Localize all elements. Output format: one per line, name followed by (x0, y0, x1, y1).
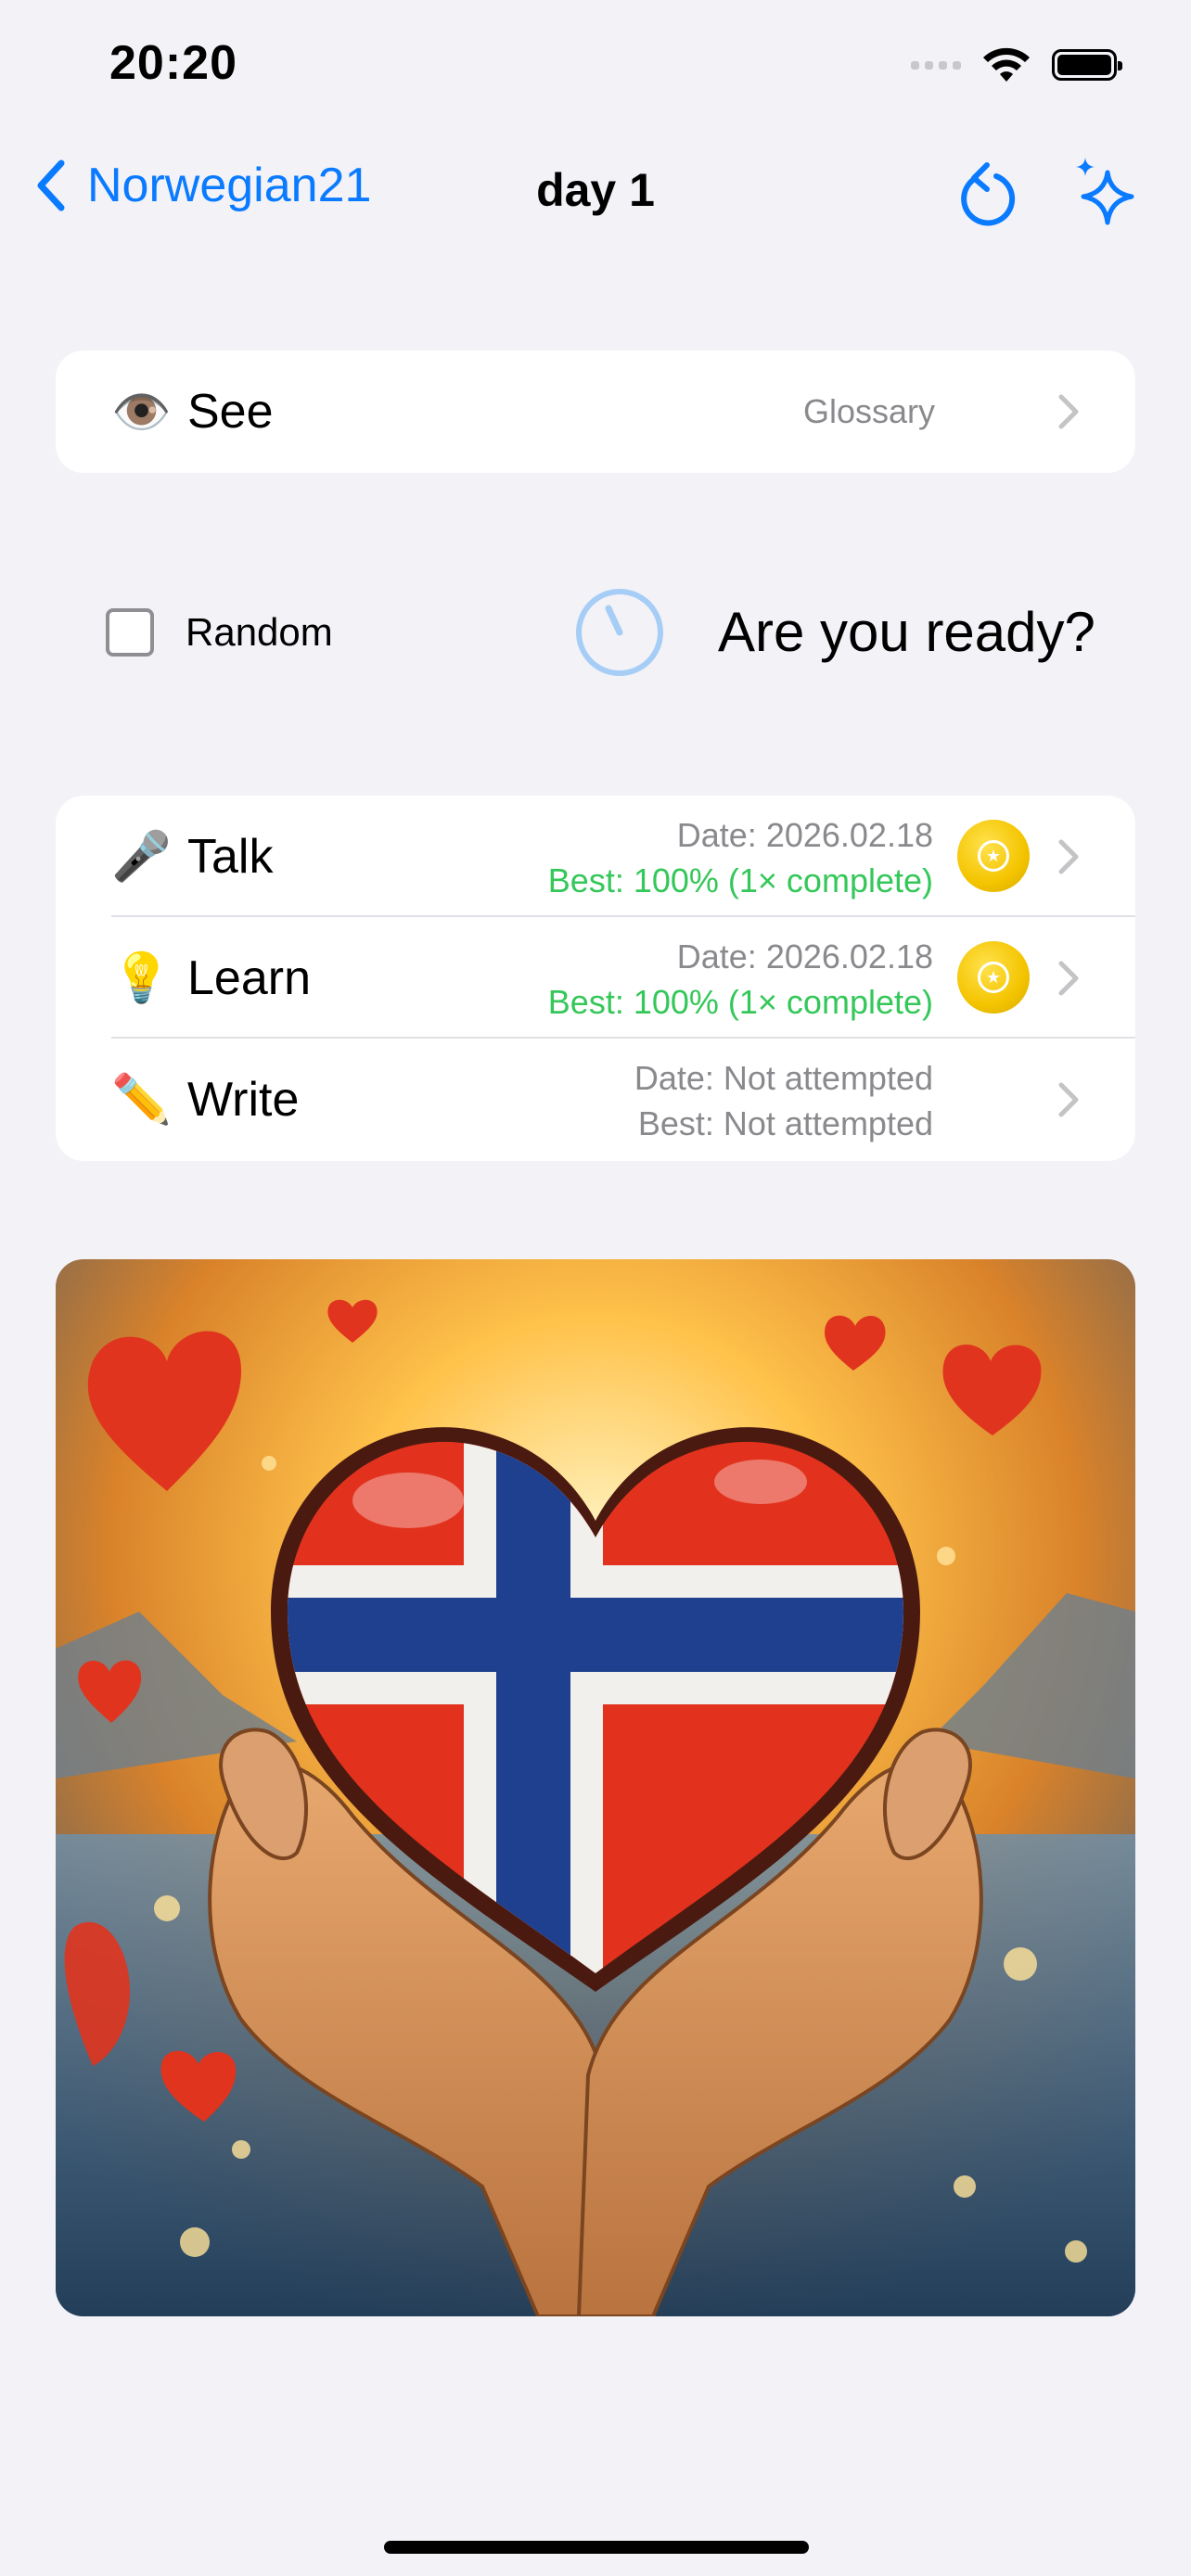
practice-date: Date: 2026.02.18 (676, 816, 933, 854)
status-time: 20:20 (109, 36, 237, 90)
eye-icon: 👁️ (111, 385, 172, 440)
practice-row-learn[interactable]: 💡 Learn Date: 2026.02.18 Best: 100% (1× … (56, 917, 1135, 1039)
practice-date: Date: 2026.02.18 (676, 937, 933, 976)
counterclockwise-arrow-icon (961, 162, 1016, 226)
glossary-label: Glossary (802, 392, 935, 430)
lightbulb-icon: 💡 (111, 951, 172, 1005)
see-label: See (187, 385, 274, 439)
practice-row-write[interactable]: ✏️ Write Date: Not attempted Best: Not a… (56, 1039, 1135, 1160)
home-indicator[interactable] (384, 2541, 809, 2554)
completion-badge-icon: ★ (957, 941, 1030, 1014)
chevron-right-icon (1058, 961, 1079, 995)
cellular-signal-icon (911, 60, 961, 70)
pencil-icon: ✏️ (111, 1073, 172, 1127)
battery-icon (1052, 49, 1122, 81)
completion-badge-icon: ★ (957, 820, 1030, 892)
microphone-icon: 🎤 (111, 830, 172, 884)
ready-button[interactable]: Are you ready? (718, 599, 1095, 666)
chevron-right-icon (1058, 394, 1079, 429)
practice-list: 🎤 Talk Date: 2026.02.18 Best: 100% (1× c… (56, 796, 1135, 1161)
reset-button[interactable] (955, 156, 1022, 235)
practice-date: Date: Not attempted (634, 1059, 933, 1097)
sparkles-icon (1076, 158, 1134, 225)
random-label[interactable]: Random (186, 608, 333, 657)
practice-label: Write (187, 1072, 300, 1127)
random-checkbox[interactable] (106, 608, 154, 657)
timer-icon (576, 589, 663, 676)
practice-best: Best: Not attempted (637, 1104, 933, 1142)
chevron-right-icon (1058, 1082, 1079, 1116)
norway-heart-illustration (56, 1259, 1135, 2316)
practice-label: Learn (187, 950, 311, 1005)
practice-best: Best: 100% (1× complete) (547, 983, 933, 1021)
practice-row-talk[interactable]: 🎤 Talk Date: 2026.02.18 Best: 100% (1× c… (56, 796, 1135, 917)
practice-best: Best: 100% (1× complete) (547, 861, 933, 899)
sparkles-button[interactable] (1067, 154, 1141, 233)
chevron-right-icon (1058, 839, 1079, 874)
timer-button[interactable] (573, 586, 666, 683)
see-row[interactable]: 👁️ See Glossary (56, 351, 1135, 473)
wifi-icon (983, 47, 1030, 82)
practice-label: Talk (187, 829, 274, 884)
status-icons (911, 46, 1122, 83)
